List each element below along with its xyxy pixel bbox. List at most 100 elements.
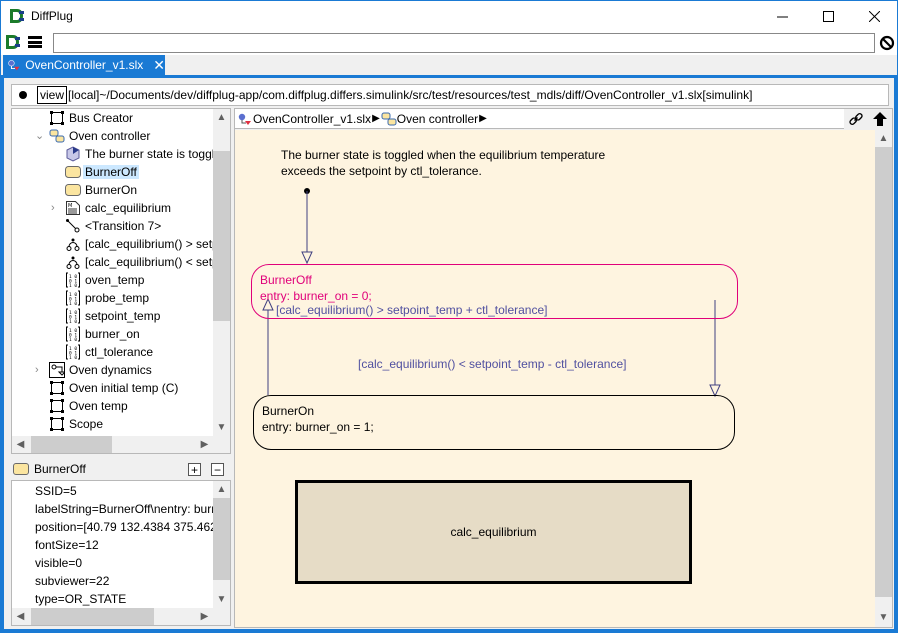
tab-ovencontroller[interactable]: OvenController_v1.slx ✕	[3, 55, 165, 75]
close-tab-icon[interactable]: ✕	[153, 58, 165, 72]
transition-label[interactable]: [calc_equilibrium() > setpoint_temp + ct…	[276, 303, 547, 317]
window-title: DiffPlug	[31, 9, 73, 23]
state-action: entry: burner_on = 1;	[262, 420, 374, 434]
view-mode-button[interactable]: view	[37, 86, 68, 104]
svg-text:1 0: 1 0	[69, 283, 77, 288]
stateflow-chart-icon	[49, 129, 65, 143]
tree-item[interactable]: 1 00 11 0 oven_temp	[65, 271, 144, 289]
scroll-up-icon[interactable]: ▲	[213, 481, 230, 498]
link-icon[interactable]	[848, 111, 864, 127]
scroll-thumb[interactable]	[213, 151, 230, 321]
tree-item[interactable]: Bus Creator	[49, 109, 133, 127]
tree-item[interactable]: 1 00 11 0 setpoint_temp	[65, 307, 160, 325]
up-arrow-icon[interactable]	[872, 111, 888, 127]
state-icon	[65, 166, 81, 178]
diffplug-logo-icon[interactable]	[5, 34, 21, 50]
matlab-function-block[interactable]: calc_equilibrium	[295, 480, 692, 584]
tree-item-label: Bus Creator	[69, 111, 134, 125]
minimize-button[interactable]	[759, 1, 805, 31]
scroll-right-icon[interactable]: ▶	[196, 608, 213, 625]
stateflow-canvas[interactable]: The burner state is toggled when the equ…	[235, 130, 875, 627]
tree-item[interactable]: BurnerOff	[65, 163, 139, 181]
command-input[interactable]	[53, 33, 875, 53]
hamburger-menu-icon[interactable]	[28, 36, 42, 48]
diffplug-logo-icon	[10, 9, 24, 23]
chevron-right-icon[interactable]: ›	[35, 365, 45, 376]
transition-icon	[66, 219, 80, 233]
state-burneron[interactable]: BurnerOn entry: burner_on = 1;	[253, 395, 735, 450]
tree-horizontal-scrollbar[interactable]: ◀ ▶	[12, 436, 230, 453]
tree-item[interactable]: › Oven dynamics	[35, 361, 152, 379]
property-row[interactable]: fontSize=12	[35, 536, 99, 554]
tree-item-label: <Transition 7>	[85, 219, 162, 233]
tree-item[interactable]: Scope	[49, 415, 103, 433]
tree-item-label: The burner state is toggled when the equ…	[85, 147, 230, 161]
svg-text:1 0: 1 0	[69, 319, 77, 324]
scroll-up-icon[interactable]: ▲	[875, 130, 892, 147]
guard-transition-icon	[66, 238, 80, 251]
tree-item-label: Scope	[69, 417, 104, 431]
scroll-up-icon[interactable]: ▲	[213, 109, 230, 126]
scroll-down-icon[interactable]: ▼	[875, 609, 892, 626]
property-row[interactable]: type=OR_STATE	[35, 590, 126, 608]
property-row[interactable]: visible=0	[35, 554, 82, 572]
scroll-down-icon[interactable]: ▼	[213, 591, 230, 608]
breadcrumb-item[interactable]: OvenController_v1.slx	[253, 112, 371, 126]
properties-horizontal-scrollbar[interactable]: ◀ ▶	[12, 608, 230, 625]
tree-item[interactable]: 1 00 11 0 ctl_tolerance	[65, 343, 153, 361]
tree-item-label: probe_temp	[85, 291, 150, 305]
tree-item[interactable]: <Transition 7>	[65, 217, 161, 235]
file-path: [local]~/Documents/dev/diffplug-app/com.…	[68, 88, 753, 102]
scroll-left-icon[interactable]: ◀	[12, 436, 29, 453]
scroll-down-icon[interactable]: ▼	[213, 419, 230, 436]
tree-item[interactable]: The burner state is toggled when the equ…	[65, 145, 230, 163]
tree-item-label: oven_temp	[85, 273, 145, 287]
chart-annotation[interactable]: The burner state is toggled when the equ…	[281, 147, 605, 179]
property-row[interactable]: SSID=5	[35, 482, 77, 500]
maximize-button[interactable]	[805, 1, 851, 31]
properties-vertical-scrollbar[interactable]: ▲ ▼	[213, 481, 230, 608]
chevron-down-icon[interactable]: ⌄	[35, 131, 45, 142]
expand-all-button[interactable]: +	[188, 463, 201, 476]
status-dot-icon	[19, 91, 27, 99]
transition-label[interactable]: [calc_equilibrium() < setpoint_temp - ct…	[358, 357, 626, 371]
toolbar	[1, 31, 897, 55]
scroll-left-icon[interactable]: ◀	[12, 608, 29, 625]
diagram-panel: OvenController_v1.slx ▶ Oven controller …	[234, 108, 893, 628]
close-icon	[868, 10, 880, 22]
property-row[interactable]: position=[40.79 132.4384 375.4622	[35, 518, 224, 536]
tree-item[interactable]: 1 00 11 0 probe_temp	[65, 289, 149, 307]
collapse-all-button[interactable]: −	[211, 463, 224, 476]
tree-item-label: Oven controller	[69, 129, 151, 143]
chevron-right-icon[interactable]: ›	[51, 203, 61, 214]
block-icon	[50, 381, 64, 395]
tree-item[interactable]: Oven initial temp (C)	[49, 379, 178, 397]
tree-item-label: BurnerOff	[83, 165, 139, 179]
annotation-line: exceeds the setpoint by ctl_tolerance.	[281, 164, 482, 178]
breadcrumb-item[interactable]: Oven controller	[397, 112, 478, 126]
data-icon: 1 00 11 0	[66, 308, 80, 324]
tree-item[interactable]: ⌄ Oven controller	[35, 127, 151, 145]
tree-item[interactable]: BurnerOn	[65, 181, 137, 199]
property-row[interactable]: labelString=BurnerOff\nentry: burner_on …	[35, 500, 230, 518]
tree-item[interactable]: › Mcalc_equilibrium	[51, 199, 171, 217]
tree-item[interactable]: 1 00 11 0 burner_on	[65, 325, 140, 343]
function-name: calc_equilibrium	[450, 525, 537, 539]
scroll-thumb[interactable]	[875, 147, 892, 597]
tree-vertical-scrollbar[interactable]: ▲ ▼	[213, 109, 230, 436]
canvas-vertical-scrollbar[interactable]: ▲ ▼	[875, 130, 892, 627]
simulink-model-icon	[8, 60, 20, 71]
cancel-icon[interactable]	[879, 35, 895, 51]
scroll-thumb[interactable]	[31, 608, 154, 625]
scroll-right-icon[interactable]: ▶	[196, 436, 213, 453]
tree-item[interactable]: Oven temp	[49, 397, 128, 415]
model-tree: Bus Creator ⌄ Oven controller The burner st…	[11, 108, 231, 454]
property-row[interactable]: subviewer=22	[35, 572, 109, 590]
tree-item[interactable]: [calc_equilibrium() < setpoint_temp - ct…	[65, 253, 230, 271]
maximize-icon	[822, 10, 834, 22]
tree-item[interactable]: [calc_equilibrium() > setpoint_temp + ct…	[65, 235, 230, 253]
scroll-thumb[interactable]	[213, 498, 230, 580]
tree-item-label: burner_on	[85, 327, 140, 341]
scroll-thumb[interactable]	[31, 436, 112, 453]
close-window-button[interactable]	[851, 1, 897, 31]
